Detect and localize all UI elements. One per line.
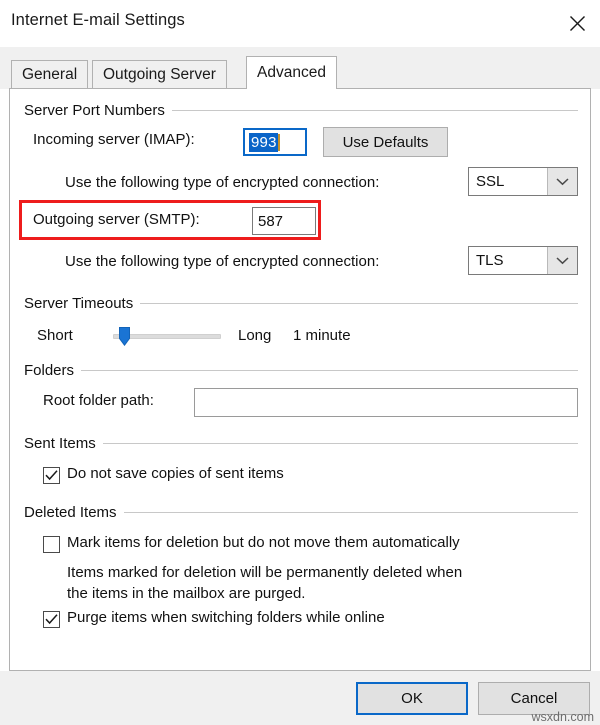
incoming-encryption-value: SSL xyxy=(469,168,547,195)
outgoing-encryption-value: TLS xyxy=(469,247,547,274)
group-divider xyxy=(103,443,578,444)
outgoing-encryption-label: Use the following type of encrypted conn… xyxy=(65,253,379,270)
use-defaults-label: Use Defaults xyxy=(343,134,429,151)
group-folders-header: Folders xyxy=(24,361,578,379)
timeout-short-label: Short xyxy=(37,327,73,344)
close-button[interactable] xyxy=(554,0,600,47)
deleted-items-help-line-1: Items marked for deletion will be perman… xyxy=(67,562,462,583)
timeout-long-label: Long xyxy=(238,327,271,344)
incoming-encryption-select[interactable]: SSL xyxy=(468,167,578,196)
group-divider xyxy=(172,110,578,111)
incoming-server-port-input[interactable]: 993 xyxy=(243,128,307,156)
tab-outgoing-server-label: Outgoing Server xyxy=(103,66,216,84)
outgoing-server-port-input[interactable]: 587 xyxy=(252,207,316,235)
group-sent-items: Sent Items xyxy=(24,434,578,452)
checkbox-do-not-save-copies-label: Do not save copies of sent items xyxy=(67,465,284,482)
tab-advanced[interactable]: Advanced xyxy=(246,56,337,89)
tab-advanced-label: Advanced xyxy=(257,64,326,82)
ok-button[interactable]: OK xyxy=(356,682,468,715)
chevron-down-icon[interactable] xyxy=(547,168,577,195)
tab-general-label: General xyxy=(22,66,77,84)
page-title: Internet E-mail Settings xyxy=(11,11,185,30)
group-server-port-numbers: Server Port Numbers xyxy=(24,101,578,119)
checkbox-mark-items-for-deletion[interactable]: Mark items for deletion but do not move … xyxy=(43,534,460,553)
advanced-tab-panel: Server Port Numbers Incoming server (IMA… xyxy=(9,88,591,671)
ok-button-label: OK xyxy=(401,690,423,707)
cancel-button-label: Cancel xyxy=(511,690,558,707)
group-server-port-numbers-title: Server Port Numbers xyxy=(24,102,172,119)
group-divider xyxy=(140,303,578,304)
incoming-encryption-row: Use the following type of encrypted conn… xyxy=(65,174,379,191)
dialog-footer: OK Cancel wsxdn.com xyxy=(0,671,600,725)
checkbox-unchecked-icon xyxy=(43,536,60,553)
outgoing-server-row: Outgoing server (SMTP): xyxy=(33,211,200,228)
group-sent-items-title: Sent Items xyxy=(24,435,103,452)
checkbox-do-not-save-copies[interactable]: Do not save copies of sent items xyxy=(43,465,284,484)
outgoing-encryption-row: Use the following type of encrypted conn… xyxy=(65,253,379,270)
group-server-port-numbers-header: Server Port Numbers xyxy=(24,101,578,119)
checkbox-purge-items-switching-folders-label: Purge items when switching folders while… xyxy=(67,609,385,626)
tab-outgoing-server[interactable]: Outgoing Server xyxy=(92,60,227,89)
group-folders: Folders xyxy=(24,361,578,379)
watermark: wsxdn.com xyxy=(531,710,594,724)
timeout-value-wrap: 1 minute xyxy=(293,327,351,344)
outgoing-encryption-select[interactable]: TLS xyxy=(468,246,578,275)
root-folder-path-input[interactable] xyxy=(194,388,578,417)
deleted-items-help-line-2: the items in the mailbox are purged. xyxy=(67,583,305,604)
root-folder-path-row: Root folder path: xyxy=(43,392,154,409)
incoming-server-row: Incoming server (IMAP): xyxy=(33,131,195,148)
group-server-timeouts: Server Timeouts xyxy=(24,294,578,312)
incoming-server-port-value: 993 xyxy=(249,133,278,152)
group-server-timeouts-title: Server Timeouts xyxy=(24,295,140,312)
root-folder-path-label: Root folder path: xyxy=(43,392,154,409)
text-caret xyxy=(278,134,280,151)
close-icon xyxy=(569,15,586,32)
group-sent-items-header: Sent Items xyxy=(24,434,578,452)
timeout-value-label: 1 minute xyxy=(293,327,351,344)
group-divider xyxy=(124,512,578,513)
group-server-timeouts-header: Server Timeouts xyxy=(24,294,578,312)
checkbox-mark-items-for-deletion-label: Mark items for deletion but do not move … xyxy=(67,534,460,551)
outgoing-server-label: Outgoing server (SMTP): xyxy=(33,211,200,228)
group-deleted-items-title: Deleted Items xyxy=(24,504,124,521)
incoming-server-label: Incoming server (IMAP): xyxy=(33,131,195,148)
chevron-down-icon[interactable] xyxy=(547,247,577,274)
checkbox-checked-icon xyxy=(43,611,60,628)
timeout-long-label-wrap: Long xyxy=(238,327,271,344)
checkbox-purge-items-switching-folders[interactable]: Purge items when switching folders while… xyxy=(43,609,385,628)
title-bar: Internet E-mail Settings xyxy=(0,0,600,47)
checkbox-checked-icon xyxy=(43,467,60,484)
server-timeout-slider-thumb[interactable] xyxy=(119,327,130,346)
timeout-short-label-wrap: Short xyxy=(37,327,73,344)
group-deleted-items: Deleted Items xyxy=(24,503,578,521)
outgoing-server-port-value: 587 xyxy=(258,213,283,230)
tab-general[interactable]: General xyxy=(11,60,88,89)
use-defaults-button[interactable]: Use Defaults xyxy=(323,127,448,157)
group-deleted-items-header: Deleted Items xyxy=(24,503,578,521)
incoming-encryption-label: Use the following type of encrypted conn… xyxy=(65,174,379,191)
group-divider xyxy=(81,370,578,371)
tab-strip: General Outgoing Server Advanced xyxy=(0,47,600,89)
group-folders-title: Folders xyxy=(24,362,81,379)
